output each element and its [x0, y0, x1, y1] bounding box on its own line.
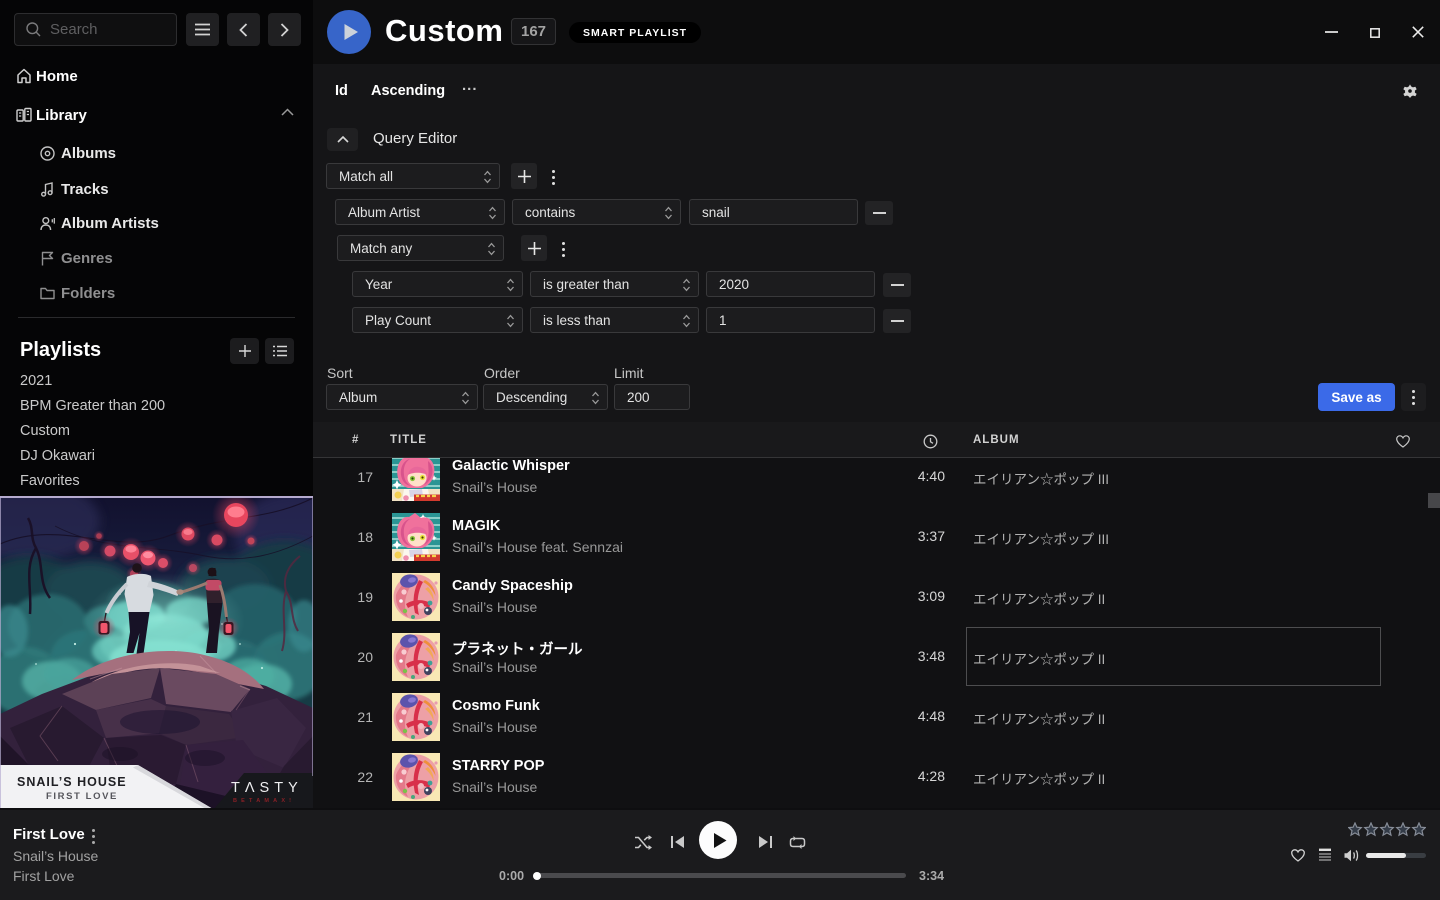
svg-text:BETAMAX!: BETAMAX!	[233, 798, 295, 804]
svg-text:FIRST LOVE: FIRST LOVE	[46, 791, 118, 802]
svg-text:SNAIL’S HOUSE: SNAIL’S HOUSE	[17, 775, 127, 789]
svg-text:TΛSTY: TΛSTY	[231, 780, 303, 796]
